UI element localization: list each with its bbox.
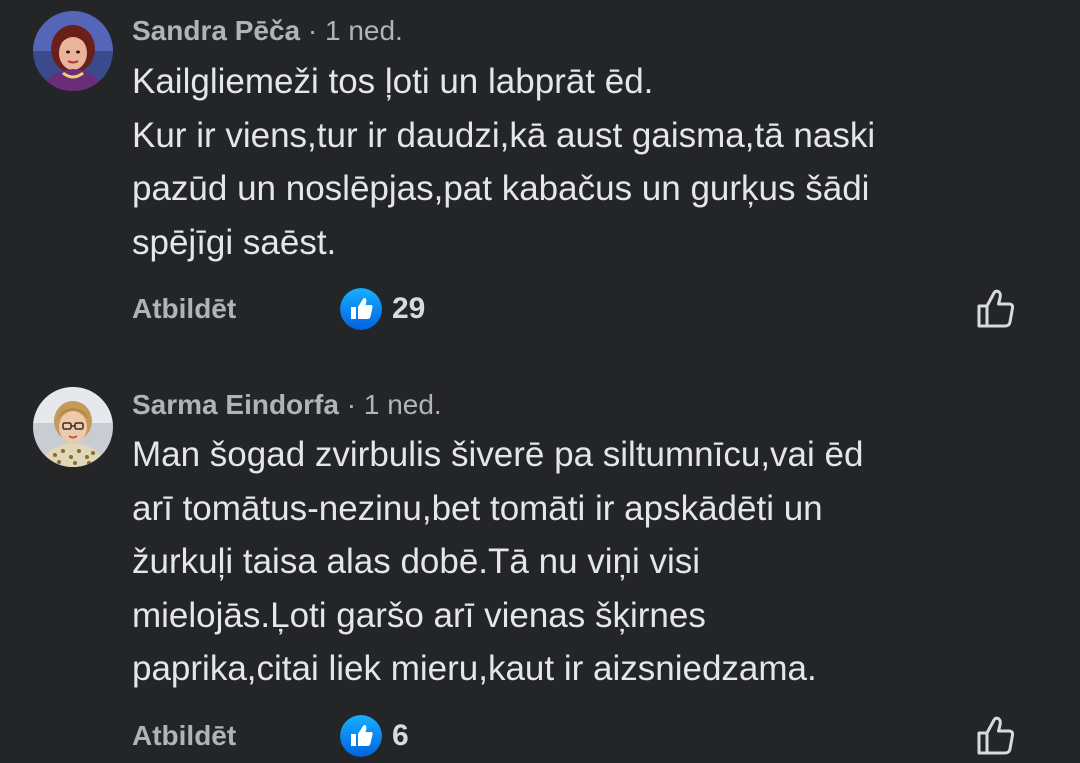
timestamp[interactable]: · 1 ned. xyxy=(300,15,403,46)
comment-line: mielojās.Ļoti garšo arī vienas šķirnes xyxy=(132,595,706,635)
reaction-summary[interactable]: 6 xyxy=(340,715,409,757)
reply-button[interactable]: Atbildēt xyxy=(132,719,236,753)
comment-line: Kailgliemeži tos ļoti un labprāt ēd. xyxy=(132,62,654,101)
reaction-summary[interactable]: 29 xyxy=(340,288,425,330)
comment-line: žurkuļi taisa alas dobē.Tā nu viņi visi xyxy=(132,542,701,581)
comment-line: spējīgi saēst. xyxy=(132,222,337,262)
comment-line: Man šogad zvirbulis šiverē pa siltumnīcu… xyxy=(132,435,864,474)
comment-header: Sandra Pēča · 1 ned. xyxy=(132,14,403,48)
like-reaction-icon xyxy=(340,288,382,330)
comment-line: arī tomātus-nezinu,bet tomāti ir apskādē… xyxy=(132,488,823,528)
thumbs-up-icon[interactable] xyxy=(972,713,1018,759)
reply-button[interactable]: Atbildēt xyxy=(132,292,236,326)
avatar-woman-glasses-icon xyxy=(33,387,113,467)
comment-header: Sarma Eindorfa · 1 ned. xyxy=(132,388,442,422)
comment-text: Kailgliemeži tos ļoti un labprāt ēd. Kur… xyxy=(132,55,1052,269)
comment-line: paprika,citai liek mieru,kaut ir aizsnie… xyxy=(132,649,817,688)
avatar-sandra[interactable] xyxy=(33,11,113,91)
like-count: 29 xyxy=(392,292,426,325)
comment-text: Man šogad zvirbulis šiverē pa siltumnīcu… xyxy=(132,428,1052,696)
comment-actions: Atbildēt 29 xyxy=(0,286,1080,336)
timestamp[interactable]: · 1 ned. xyxy=(339,389,442,420)
thumbs-up-icon[interactable] xyxy=(972,286,1018,332)
avatar-sarma[interactable] xyxy=(33,387,113,467)
avatar-woman-dark-hair-icon xyxy=(33,11,113,91)
comment-line: pazūd un noslēpjas,pat kabačus un gurķus… xyxy=(132,169,870,208)
author-name[interactable]: Sandra Pēča xyxy=(132,15,300,46)
like-count: 6 xyxy=(392,719,409,752)
comment-line: Kur ir viens,tur ir daudzi,kā aust gaism… xyxy=(132,115,876,155)
author-name[interactable]: Sarma Eindorfa xyxy=(132,389,339,420)
comment-actions: Atbildēt 6 xyxy=(0,713,1080,763)
like-reaction-icon xyxy=(340,715,382,757)
